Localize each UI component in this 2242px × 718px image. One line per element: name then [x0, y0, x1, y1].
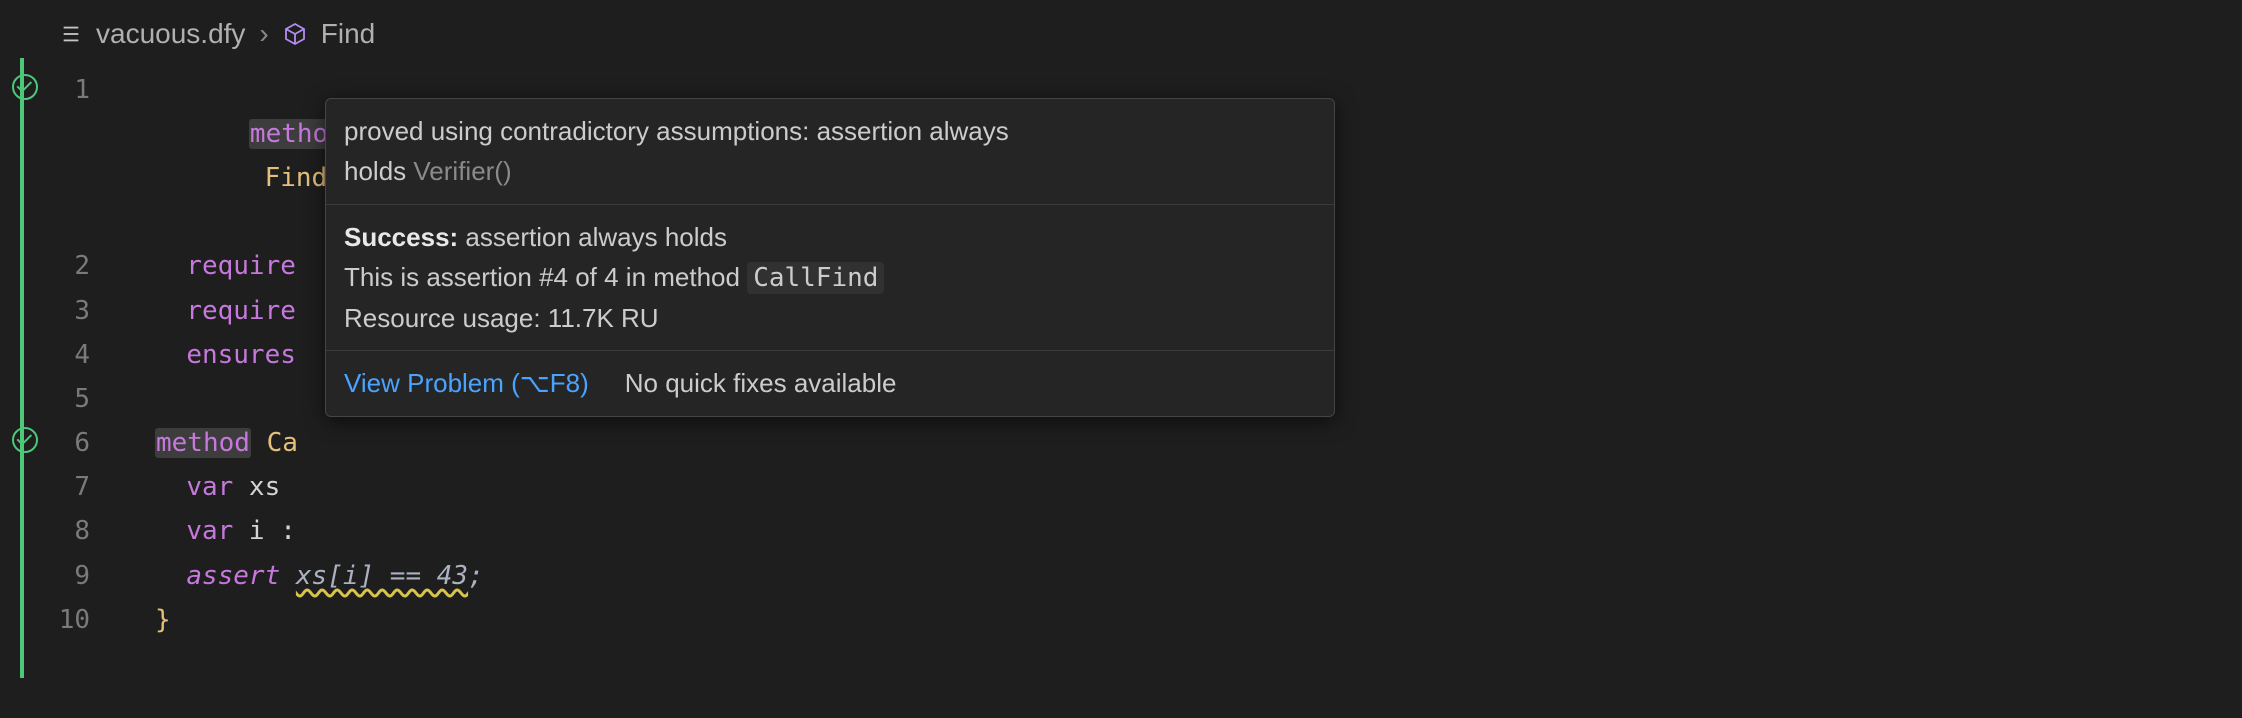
line-number: 5: [50, 377, 110, 421]
code-line[interactable]: 6 method Ca: [0, 421, 2242, 465]
hover-details: Success: assertion always holds This is …: [326, 204, 1334, 351]
hover-tooltip[interactable]: proved using contradictory assumptions: …: [325, 98, 1335, 417]
hover-actions: View Problem (⌥F8) No quick fixes availa…: [326, 350, 1334, 415]
line-number: 4: [50, 333, 110, 377]
cube-icon: [283, 22, 307, 46]
breadcrumb-symbol[interactable]: Find: [321, 10, 375, 58]
code-line[interactable]: 7 var xs: [0, 465, 2242, 509]
breadcrumb-file[interactable]: vacuous.dfy: [96, 10, 245, 58]
line-number: 9: [50, 554, 110, 598]
verify-success-icon: [12, 74, 38, 100]
no-quick-fixes-text: No quick fixes available: [625, 363, 897, 403]
code-line[interactable]: 8 var i :: [0, 509, 2242, 553]
code-line[interactable]: 9 assert xs[i] == 43;: [0, 554, 2242, 598]
line-number: 7: [50, 465, 110, 509]
code-line[interactable]: 10 }: [0, 598, 2242, 642]
line-number: 6: [50, 421, 110, 465]
breadcrumb-separator: ›: [259, 10, 268, 58]
line-number: 3: [50, 289, 110, 333]
keyword-method: method: [155, 428, 251, 458]
function-name: Find: [265, 163, 328, 193]
breadcrumb[interactable]: vacuous.dfy › Find: [0, 0, 2242, 68]
hover-message: proved using contradictory assumptions: …: [326, 99, 1334, 204]
line-number: 10: [50, 598, 110, 642]
line-number: 8: [50, 509, 110, 553]
verify-success-icon: [12, 427, 38, 453]
view-problem-link[interactable]: View Problem (⌥F8): [344, 363, 589, 403]
assert-expression[interactable]: xs[i] == 43: [296, 561, 468, 591]
line-number: 1: [50, 68, 110, 112]
file-lines-icon: [60, 23, 82, 45]
line-number: 2: [50, 244, 110, 288]
